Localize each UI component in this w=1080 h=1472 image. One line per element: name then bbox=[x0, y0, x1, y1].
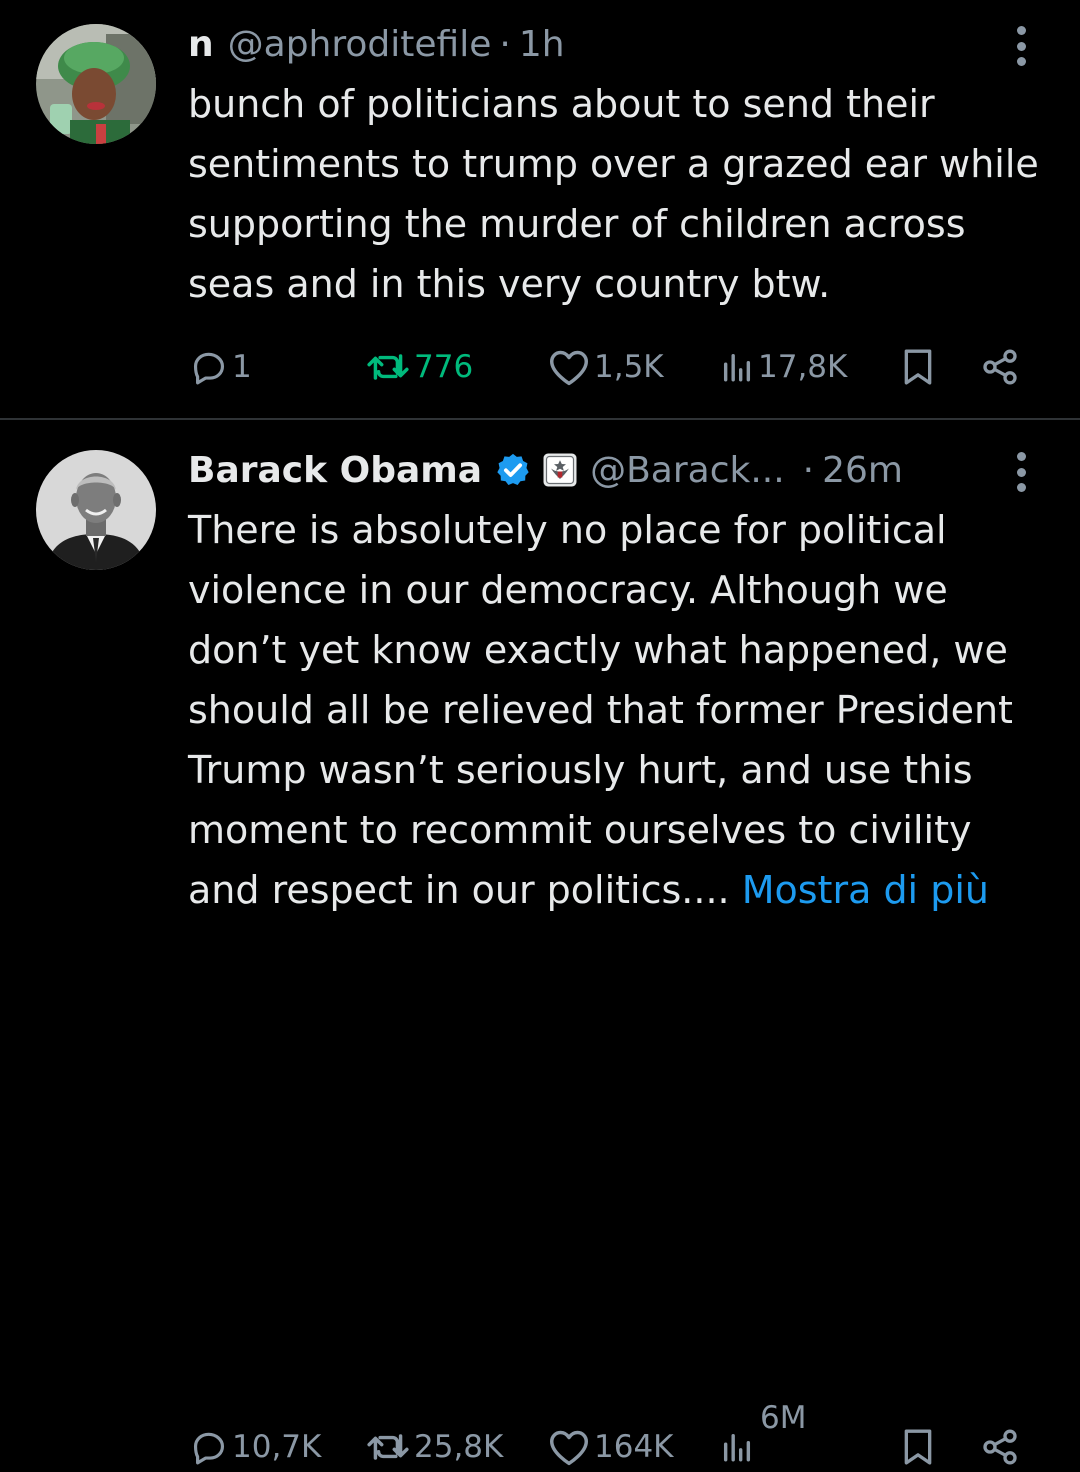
tweet-header: Barack Obama @Barack... · 26m bbox=[188, 446, 980, 494]
retweet-button[interactable]: 776 bbox=[366, 342, 473, 392]
reply-button[interactable]: 1 bbox=[190, 342, 252, 392]
bookmark-icon bbox=[904, 349, 932, 385]
tweet[interactable]: n @aphroditefile · 1h bunch of politicia… bbox=[0, 0, 1080, 418]
avatar[interactable] bbox=[36, 450, 156, 570]
views-button[interactable]: 17,8K bbox=[720, 342, 847, 392]
like-count: 164K bbox=[594, 1429, 674, 1465]
like-button[interactable]: 1,5K bbox=[548, 342, 664, 392]
display-name[interactable]: n bbox=[188, 24, 214, 65]
tweet-header: n @aphroditefile · 1h bbox=[188, 20, 980, 68]
share-button[interactable] bbox=[980, 1422, 1020, 1472]
avatar-photo bbox=[36, 24, 156, 144]
share-icon bbox=[983, 349, 1017, 385]
timestamp[interactable]: 1h bbox=[519, 24, 565, 65]
tweet-text: bunch of politicians about to send their… bbox=[188, 82, 1039, 306]
avatar-photo bbox=[36, 450, 156, 570]
show-more-link[interactable]: Mostra di più bbox=[742, 868, 989, 912]
like-icon bbox=[550, 350, 588, 386]
display-name[interactable]: Barack Obama bbox=[188, 450, 482, 491]
user-handle[interactable]: @Barack... bbox=[590, 450, 785, 491]
separator-dot: · bbox=[499, 23, 511, 65]
tweet-body: There is absolutely no place for politic… bbox=[188, 508, 1013, 912]
action-bar: 10,7K 25,8K 164K 6M bbox=[188, 1006, 1038, 1466]
share-icon bbox=[983, 1429, 1017, 1465]
government-seal-icon[interactable] bbox=[542, 452, 578, 488]
tweet-text: There is absolutely no place for politic… bbox=[188, 500, 1048, 920]
reply-icon bbox=[193, 352, 225, 385]
separator-dot: · bbox=[802, 449, 815, 491]
bookmark-button[interactable] bbox=[900, 342, 936, 392]
tweet[interactable]: Barack Obama @Barack... · 26m There is a… bbox=[0, 420, 1080, 1466]
reply-icon bbox=[193, 1432, 225, 1465]
verified-badge-icon[interactable] bbox=[494, 451, 532, 489]
views-button[interactable] bbox=[720, 1422, 754, 1472]
retweet-icon bbox=[367, 1434, 409, 1460]
retweet-count: 25,8K bbox=[414, 1429, 504, 1465]
view-count: 6M bbox=[760, 1400, 807, 1436]
views-icon bbox=[723, 353, 751, 382]
reply-count: 10,7K bbox=[232, 1429, 322, 1465]
view-count: 17,8K bbox=[758, 349, 848, 385]
like-icon bbox=[550, 1430, 588, 1466]
reply-button[interactable]: 10,7K bbox=[190, 1422, 321, 1472]
like-count: 1,5K bbox=[594, 349, 664, 385]
retweet-count: 776 bbox=[414, 349, 474, 385]
views-icon bbox=[723, 1433, 751, 1462]
reply-count: 1 bbox=[232, 349, 252, 385]
more-options-icon[interactable] bbox=[1010, 452, 1032, 492]
retweet-button[interactable]: 25,8K bbox=[366, 1422, 503, 1472]
bookmark-icon bbox=[904, 1429, 932, 1465]
bookmark-button[interactable] bbox=[900, 1422, 936, 1472]
like-button[interactable]: 164K bbox=[548, 1422, 674, 1472]
user-handle[interactable]: @aphroditefile bbox=[228, 24, 492, 65]
share-button[interactable] bbox=[980, 342, 1020, 392]
avatar[interactable] bbox=[36, 24, 156, 144]
retweet-icon bbox=[367, 354, 409, 380]
timestamp[interactable]: 26m bbox=[822, 450, 903, 491]
more-options-icon[interactable] bbox=[1010, 26, 1032, 66]
action-bar: 1 776 1,5K 17,8K bbox=[188, 342, 1038, 392]
